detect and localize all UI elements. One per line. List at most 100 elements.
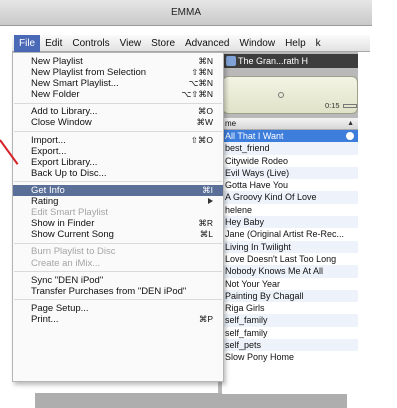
- track-row[interactable]: Jane (Original Artist Re-Rec...: [222, 228, 358, 240]
- track-title: Nobody Knows Me At All: [225, 266, 324, 277]
- track-title: self_family: [225, 327, 268, 338]
- track-title: A Groovy Kind Of Love: [225, 192, 317, 203]
- menu-item-label: Create an iMix...: [31, 257, 101, 269]
- track-title: self_pets: [225, 340, 262, 351]
- menu-item-label: Export...: [31, 145, 67, 157]
- progress-bar[interactable]: [343, 104, 357, 108]
- menu-item-show-in-finder[interactable]: Show in Finder ⌘R: [13, 218, 223, 229]
- menu-item-label: Show Current Song: [31, 229, 114, 241]
- menu-item-label: Add to Library...: [31, 106, 98, 118]
- menu-item-label: Print...: [31, 313, 59, 325]
- now-playing-strip: The Gran...rath H: [222, 54, 358, 68]
- track-title: helene: [225, 204, 253, 215]
- submenu-arrow-icon: [208, 198, 213, 205]
- track-title: Citywide Rodeo: [225, 155, 289, 166]
- menu-item-sync-den-ipod[interactable]: Sync "DEN iPod": [13, 275, 223, 286]
- menu-item-label: Import...: [31, 134, 66, 146]
- sort-ascending-icon: ▲: [347, 120, 354, 127]
- track-row[interactable]: Riga Girls: [222, 302, 358, 314]
- menu-item-label: Rating: [31, 196, 59, 208]
- track-row[interactable]: Slow Pony Home: [222, 351, 358, 363]
- now-playing-text: The Gran...rath H: [238, 56, 309, 66]
- menu-item-export[interactable]: Export...: [13, 146, 223, 157]
- menu-item-burn-playlist-to-disc: Burn Playlist to Disc: [13, 246, 223, 257]
- track-row[interactable]: Evil Ways (Live): [222, 166, 358, 180]
- menu-item-export-library[interactable]: Export Library...: [13, 157, 223, 168]
- menu-item-show-current-song[interactable]: Show Current Song ⌘L: [13, 229, 223, 240]
- track-title: Not Your Year: [225, 278, 281, 289]
- menu-item-label: New Folder: [31, 89, 80, 101]
- menu-k[interactable]: k: [311, 35, 326, 52]
- menu-item-label: Get Info: [31, 184, 65, 196]
- track-row[interactable]: Nobody Knows Me At All: [222, 265, 358, 278]
- menu-window[interactable]: Window: [235, 35, 281, 52]
- menu-item-new-folder[interactable]: New Folder ⌥⇧⌘N: [13, 89, 223, 100]
- menu-item-rating[interactable]: Rating: [13, 196, 223, 207]
- menu-controls[interactable]: Controls: [67, 35, 114, 52]
- menu-advanced[interactable]: Advanced: [180, 35, 234, 52]
- track-row[interactable]: Not Your Year: [222, 278, 358, 290]
- track-row[interactable]: helene: [222, 204, 358, 216]
- menu-item-label: Transfer Purchases from "DEN iPod": [31, 285, 187, 297]
- track-row[interactable]: Painting By Chagall: [222, 289, 358, 303]
- menu-item-new-smart-playlist[interactable]: New Smart Playlist... ⌥⌘N: [13, 78, 223, 89]
- track-title: All That I Want: [225, 131, 284, 141]
- menu-view[interactable]: View: [115, 35, 147, 52]
- track-row[interactable]: self_family: [222, 327, 358, 339]
- file-menu: New Playlist ⌘N New Playlist from Selectio…: [12, 52, 224, 382]
- menu-item-label: New Playlist from Selection: [31, 67, 147, 79]
- track-title: Painting By Chagall: [225, 290, 304, 301]
- menu-item-new-playlist[interactable]: New Playlist ⌘N: [13, 56, 223, 67]
- menu-item-page-setup[interactable]: Page Setup...: [13, 303, 223, 314]
- track-row[interactable]: Gotta Have You: [222, 179, 358, 191]
- menu-item-shortcut: ⌘R: [198, 218, 213, 229]
- track-title: Riga Girls: [225, 303, 265, 314]
- lcd-display: 0:15: [222, 76, 358, 114]
- menu-item-shortcut: ⌘O: [197, 106, 213, 117]
- track-row[interactable]: Love Doesn't Last Too Long: [222, 253, 358, 265]
- list-header-name[interactable]: me ▲: [222, 118, 358, 130]
- track-row[interactable]: Hey Baby: [222, 216, 358, 229]
- menu-edit[interactable]: Edit: [40, 35, 67, 52]
- track-title: best_friend: [225, 143, 270, 154]
- track-title: Gotta Have You: [225, 180, 289, 191]
- menu-store[interactable]: Store: [146, 35, 180, 52]
- menu-item-label: New Playlist: [31, 56, 83, 67]
- track-row[interactable]: Living In Twilight: [222, 240, 358, 253]
- go-arrow-icon[interactable]: [346, 132, 354, 140]
- menu-item-new-playlist-from-selection[interactable]: New Playlist from Selection ⇧⌘N: [13, 67, 223, 78]
- menu-item-label: Sync "DEN iPod": [31, 274, 104, 286]
- track-row[interactable]: Citywide Rodeo: [222, 155, 358, 167]
- track-list: me ▲ All That I Want best_friend Citywide …: [222, 118, 358, 394]
- menu-item-shortcut: ⇧⌘N: [191, 67, 213, 78]
- playlist-icon: [226, 56, 236, 66]
- menu-item-close-window[interactable]: Close Window ⌘W: [13, 117, 223, 128]
- track-title: self_family: [225, 315, 268, 326]
- menu-item-label: Burn Playlist to Disc: [31, 246, 116, 258]
- menu-item-import[interactable]: Import... ⇧⌘O: [13, 135, 223, 146]
- menu-item-back-up-to-disc[interactable]: Back Up to Disc...: [13, 168, 223, 179]
- menu-item-print[interactable]: Print... ⌘P: [13, 314, 223, 325]
- track-title: Love Doesn't Last Too Long: [225, 253, 337, 264]
- menu-item-shortcut: ⌘N: [198, 56, 213, 66]
- menu-item-shortcut: ⌥⌘N: [188, 78, 213, 89]
- menu-item-transfer-purchases-from-den-ipod[interactable]: Transfer Purchases from "DEN iPod": [13, 286, 223, 297]
- menu-item-shortcut: ⌘P: [198, 313, 213, 324]
- menu-bar: File Edit Controls View Store Advanced Window H…: [12, 34, 370, 52]
- menu-item-shortcut: ⇧⌘O: [190, 134, 213, 145]
- menu-item-edit-smart-playlist: Edit Smart Playlist: [13, 207, 223, 218]
- menu-item-shortcut: ⌘L: [199, 229, 213, 240]
- menu-item-get-info[interactable]: Get Info ⌘I: [13, 184, 223, 197]
- track-row[interactable]: self_pets: [222, 339, 358, 352]
- elapsed-time: 0:15: [325, 101, 340, 110]
- track-row[interactable]: A Groovy Kind Of Love: [222, 191, 358, 204]
- track-title: Evil Ways (Live): [225, 167, 290, 178]
- menu-item-shortcut: ⌘I: [202, 184, 213, 195]
- menu-item-add-to-library[interactable]: Add to Library... ⌘O: [13, 106, 223, 117]
- menu-file[interactable]: File: [14, 34, 41, 52]
- menu-help[interactable]: Help: [280, 35, 311, 52]
- track-row[interactable]: best_friend: [222, 142, 358, 155]
- progress-dot-icon: [278, 92, 284, 98]
- track-row[interactable]: All That I Want: [222, 130, 358, 143]
- track-row[interactable]: self_family: [222, 314, 358, 327]
